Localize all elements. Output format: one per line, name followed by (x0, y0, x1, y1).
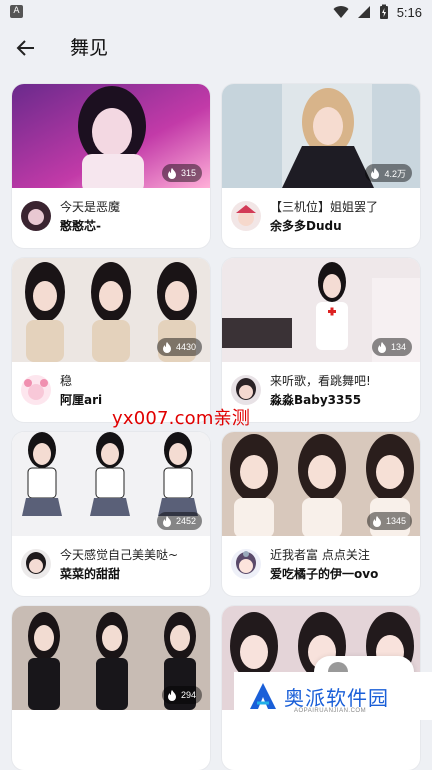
status-icons: 5:16 (333, 3, 422, 21)
fire-icon (162, 342, 171, 353)
video-title: 稳 (60, 374, 73, 388)
status-bar: A 5:16 (0, 0, 432, 24)
play-count-badge: 134 (371, 338, 412, 356)
author-name[interactable]: 爱吃橘子的伊一ovo (270, 566, 414, 582)
video-title: 近我者富 点点关注 (270, 548, 370, 562)
watermark-text: yx007.com亲测 (112, 408, 251, 429)
page-title: 舞见 (70, 37, 109, 59)
fire-icon (167, 168, 176, 179)
signal-icon (357, 6, 370, 18)
top-app-bar: 舞见 (0, 24, 432, 72)
video-title: 今天是恶魔 (60, 200, 121, 214)
play-count-badge: 4430 (156, 338, 202, 356)
fire-icon (162, 516, 171, 527)
fire-icon (371, 168, 380, 179)
play-count: 134 (390, 342, 406, 352)
logo-domain: AOPAIRUANJIAN.COM (294, 708, 367, 714)
avatar[interactable] (21, 201, 51, 231)
play-count: 294 (180, 690, 196, 700)
video-card[interactable]: 2452 今天感觉自己美美哒~ 菜菜的甜甜 (12, 432, 210, 596)
avatar[interactable] (231, 375, 261, 405)
play-count: 4.2万 (384, 168, 406, 179)
video-card[interactable]: 4430 稳 阿厘ari (12, 258, 210, 422)
video-card[interactable]: 315 今天是恶魔 憨憨芯- (12, 84, 210, 248)
site-logo-watermark: 奥派软件园 AOPAIRUANJIAN.COM (234, 672, 432, 720)
play-count-badge: 294 (161, 686, 202, 704)
battery-icon (379, 4, 388, 19)
avatar[interactable] (21, 375, 51, 405)
video-grid: 315 今天是恶魔 憨憨芯- 4.2万 【三机位】姐姐罢了 余多多Dudu 44… (0, 72, 432, 770)
play-count: 315 (180, 168, 196, 178)
arrow-left-icon (16, 40, 34, 56)
play-count-badge: 4.2万 (365, 164, 412, 182)
play-count-badge: 2452 (156, 512, 202, 530)
author-name[interactable]: 菜菜的甜甜 (60, 566, 204, 582)
video-title: 【三机位】姐姐罢了 (270, 200, 379, 214)
video-card[interactable]: 294 (12, 606, 210, 770)
video-card[interactable]: 134 来听歌，看跳舞吧! 淼淼Baby3355 (222, 258, 420, 422)
play-count: 1345 (385, 516, 406, 526)
video-card[interactable]: 1345 近我者富 点点关注 爱吃橘子的伊一ovo (222, 432, 420, 596)
video-card[interactable]: 4.2万 【三机位】姐姐罢了 余多多Dudu (222, 84, 420, 248)
video-title: 来听歌，看跳舞吧! (270, 374, 371, 388)
fire-icon (377, 342, 386, 353)
video-title: 今天感觉自己美美哒~ (60, 548, 179, 562)
fire-icon (167, 690, 176, 701)
wifi-icon (333, 6, 349, 19)
play-count: 4430 (175, 342, 196, 352)
play-count-badge: 1345 (366, 512, 412, 530)
author-name[interactable]: 憨憨芯- (60, 218, 204, 234)
avatar[interactable] (231, 201, 261, 231)
clock-time: 5:16 (396, 4, 422, 20)
logo-name: 奥派软件园 (284, 685, 389, 710)
avatar[interactable] (231, 549, 261, 579)
logo-mark-icon (250, 683, 276, 709)
author-name[interactable]: 淼淼Baby3355 (270, 392, 414, 408)
fire-icon (372, 516, 381, 527)
back-button[interactable] (12, 34, 40, 62)
app-notification-icon: A (10, 5, 23, 18)
play-count-badge: 315 (161, 164, 202, 182)
play-count: 2452 (175, 516, 196, 526)
avatar[interactable] (21, 549, 51, 579)
author-name[interactable]: 余多多Dudu (270, 218, 414, 234)
